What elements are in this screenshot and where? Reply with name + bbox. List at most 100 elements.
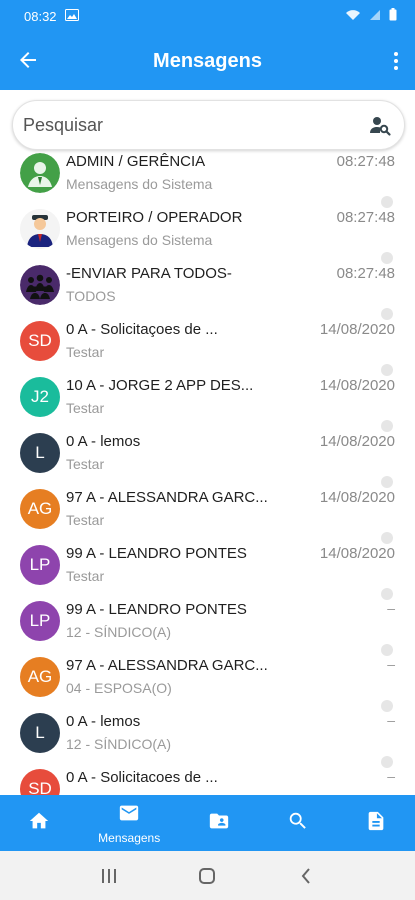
message-subtitle: 12 - SÍNDICO(A) <box>66 624 172 640</box>
message-item[interactable]: -ENVIAR PARA TODOS- TODOS 08:27:48 <box>0 252 415 318</box>
message-dash: – <box>387 712 395 728</box>
person-search-icon[interactable] <box>368 113 392 137</box>
message-text: 10 A - JORGE 2 APP DES... Testar <box>66 376 306 418</box>
message-text: ADMIN / GERÊNCIA Mensagens do Sistema <box>66 152 306 194</box>
message-item[interactable]: AG 97 A - ALESSANDRA GARC... Testar 14/0… <box>0 476 415 542</box>
status-dot <box>381 588 393 600</box>
page-title: Mensagens <box>153 49 262 72</box>
message-item[interactable]: SD 0 A - Solicitacoes de ... – <box>0 756 415 795</box>
message-item[interactable]: L 0 A - lemos 12 - SÍNDICO(A) – <box>0 700 415 766</box>
more-options-icon[interactable] <box>391 50 401 72</box>
status-dot <box>381 700 393 712</box>
message-subtitle: 04 - ESPOSA(O) <box>66 680 172 696</box>
signal-icon <box>369 9 381 24</box>
message-date: 14/08/2020 <box>319 321 395 338</box>
back-arrow-icon[interactable] <box>16 48 40 72</box>
recent-apps-icon[interactable] <box>94 861 124 891</box>
status-dot <box>381 476 393 488</box>
message-name: -ENVIAR PARA TODOS- <box>66 265 232 282</box>
status-dot <box>381 532 393 544</box>
mail-icon <box>118 802 140 829</box>
message-text: 0 A - lemos 12 - SÍNDICO(A) <box>66 712 306 754</box>
nav-search[interactable] <box>258 795 336 851</box>
home-icon <box>28 810 50 837</box>
status-dot <box>381 364 393 376</box>
contacts-folder-icon <box>208 810 230 837</box>
message-item[interactable]: SD 0 A - Solicitaçoes de ... Testar 14/0… <box>0 308 415 374</box>
nav-documents[interactable] <box>337 795 415 851</box>
nav-messages[interactable]: Mensagens <box>78 795 180 851</box>
message-subtitle: Mensagens do Sistema <box>66 232 213 248</box>
avatar: SD <box>20 769 60 795</box>
message-item[interactable]: LP 99 A - LEANDRO PONTES Testar 14/08/20… <box>0 532 415 598</box>
status-dot <box>381 644 393 656</box>
message-subtitle: Testar <box>66 568 105 584</box>
battery-icon <box>389 8 397 24</box>
status-dot <box>381 420 393 432</box>
message-date: 14/08/2020 <box>319 433 395 450</box>
message-item[interactable]: ADMIN / GERÊNCIA Mensagens do Sistema 08… <box>0 150 415 206</box>
message-date: 08:27:48 <box>336 209 395 226</box>
document-icon <box>365 810 387 837</box>
message-name: 0 A - lemos <box>66 713 141 730</box>
message-name: 99 A - LEANDRO PONTES <box>66 601 247 618</box>
message-name: 0 A - Solicitacoes de ... <box>66 769 218 786</box>
message-dash: – <box>387 768 395 784</box>
avatar: AG <box>20 657 60 697</box>
system-back-icon[interactable] <box>291 861 321 891</box>
message-item[interactable]: L 0 A - lemos Testar 14/08/2020 <box>0 420 415 486</box>
status-dot <box>381 252 393 264</box>
home-button-icon[interactable] <box>192 861 222 891</box>
message-date: 14/08/2020 <box>319 489 395 506</box>
message-date: 08:27:48 <box>336 265 395 282</box>
message-date: 08:27:48 <box>336 153 395 170</box>
message-name: 0 A - lemos <box>66 433 141 450</box>
message-text: 97 A - ALESSANDRA GARC... Testar <box>66 488 306 530</box>
message-list: ADMIN / GERÊNCIA Mensagens do Sistema 08… <box>0 150 415 795</box>
message-text: 97 A - ALESSANDRA GARC... 04 - ESPOSA(O) <box>66 656 306 698</box>
nav-messages-label: Mensagens <box>98 830 161 845</box>
status-time: 08:32 <box>24 8 57 24</box>
message-subtitle: Testar <box>66 400 105 416</box>
message-subtitle: 12 - SÍNDICO(A) <box>66 736 172 752</box>
avatar: SD <box>20 321 60 361</box>
message-name: 97 A - ALESSANDRA GARC... <box>66 489 268 506</box>
message-item[interactable]: J2 10 A - JORGE 2 APP DES... Testar 14/0… <box>0 364 415 430</box>
status-dot <box>381 756 393 768</box>
admin-avatar-icon <box>20 153 60 193</box>
message-subtitle: TODOS <box>66 288 116 304</box>
group-avatar-icon <box>20 265 60 305</box>
message-date: 14/08/2020 <box>319 377 395 394</box>
search-input[interactable] <box>23 114 368 136</box>
status-left: 08:32 <box>24 8 79 24</box>
message-name: 10 A - JORGE 2 APP DES... <box>66 377 254 394</box>
status-right <box>345 8 397 24</box>
message-subtitle: Testar <box>66 456 105 472</box>
nav-contacts[interactable] <box>180 795 258 851</box>
message-text: 99 A - LEANDRO PONTES 12 - SÍNDICO(A) <box>66 600 306 642</box>
avatar: LP <box>20 545 60 585</box>
message-item[interactable]: AG 97 A - ALESSANDRA GARC... 04 - ESPOSA… <box>0 644 415 710</box>
status-dot <box>381 196 393 208</box>
search-bar <box>12 100 405 150</box>
search-icon <box>287 810 309 837</box>
avatar: AG <box>20 489 60 529</box>
message-item[interactable]: LP 99 A - LEANDRO PONTES 12 - SÍNDICO(A)… <box>0 588 415 654</box>
message-text: PORTEIRO / OPERADOR Mensagens do Sistema <box>66 208 306 250</box>
message-item[interactable]: PORTEIRO / OPERADOR Mensagens do Sistema… <box>0 196 415 262</box>
status-dot <box>381 308 393 320</box>
message-name: 99 A - LEANDRO PONTES <box>66 545 247 562</box>
message-name: PORTEIRO / OPERADOR <box>66 209 243 226</box>
message-text: 99 A - LEANDRO PONTES Testar <box>66 544 306 586</box>
avatar: J2 <box>20 377 60 417</box>
message-date: 14/08/2020 <box>319 545 395 562</box>
message-text: 0 A - Solicitaçoes de ... Testar <box>66 320 306 362</box>
message-name: 0 A - Solicitaçoes de ... <box>66 321 218 338</box>
message-name: 97 A - ALESSANDRA GARC... <box>66 657 268 674</box>
message-subtitle: Mensagens do Sistema <box>66 176 213 192</box>
message-dash: – <box>387 600 395 616</box>
status-bar: 08:32 <box>0 0 415 32</box>
nav-home[interactable] <box>0 795 78 851</box>
avatar: LP <box>20 601 60 641</box>
gallery-notification-icon <box>64 8 79 24</box>
